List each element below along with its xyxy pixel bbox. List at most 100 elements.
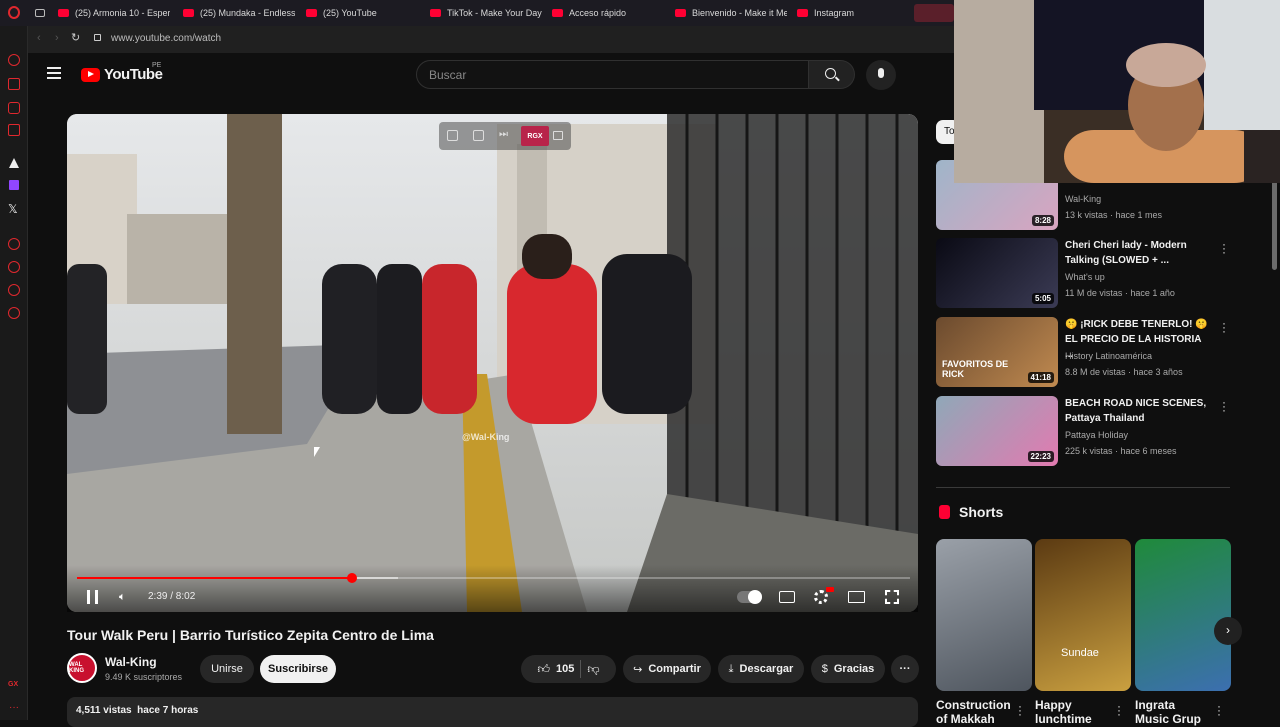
opera-logo-icon[interactable]: [8, 6, 20, 19]
short-thumbnail[interactable]: [936, 539, 1032, 691]
twitch-icon[interactable]: [9, 180, 19, 190]
mic-icon: [878, 68, 884, 78]
download-button[interactable]: ⤓ Descargar: [718, 655, 804, 683]
copy-icon[interactable]: [447, 130, 458, 141]
aria-icon[interactable]: [9, 158, 19, 168]
gx-icon[interactable]: GX: [8, 681, 18, 688]
search-button[interactable]: [809, 60, 855, 89]
recommended-title[interactable]: Cheri Cheri lady - Modern Talking (SLOWED…: [1065, 238, 1210, 268]
share-button[interactable]: ↪ Compartir: [623, 655, 711, 683]
recommended-channel[interactable]: History Latinoamérica: [1065, 351, 1152, 361]
scrollbar[interactable]: [1272, 180, 1277, 270]
history-icon[interactable]: [8, 54, 20, 66]
more-vertical-icon[interactable]: ···: [1222, 317, 1226, 337]
tab-favicon-icon: [183, 9, 194, 17]
short-title[interactable]: Construction of Makkah: [936, 698, 1011, 726]
dislike-icon[interactable]: 👎︎: [587, 662, 599, 677]
player-controls-bar: [67, 565, 918, 612]
more-vertical-icon[interactable]: ···: [1222, 238, 1226, 258]
recommended-channel[interactable]: Pattaya Holiday: [1065, 430, 1128, 440]
more-vertical-icon[interactable]: ···: [1117, 700, 1121, 720]
volume-icon[interactable]: 🔈︎: [119, 591, 126, 604]
skip-icon[interactable]: ⏭: [499, 129, 508, 140]
browser-tab[interactable]: (25) YouTube: [306, 4, 418, 22]
progress-played[interactable]: [77, 577, 352, 579]
autoplay-toggle[interactable]: [737, 590, 762, 604]
tab-switcher-icon[interactable]: [35, 9, 45, 17]
more-vertical-icon[interactable]: ···: [1018, 700, 1022, 720]
video-thumbnail[interactable]: 5:05: [936, 238, 1058, 308]
browser-tab[interactable]: TikTok - Make Your Day: [430, 4, 542, 22]
bag-icon[interactable]: [8, 78, 20, 90]
divider: [936, 487, 1230, 488]
recommended-title-line1: 🤫 ¡RICK DEBE TENERLO! 🤫: [1065, 319, 1208, 330]
recommended-video[interactable]: 5:05 Cheri Cheri lady - Modern Talking (SL…: [936, 238, 1236, 310]
download-icon: ⤓: [728, 662, 734, 675]
rgx-badge[interactable]: RGX: [521, 126, 549, 146]
exit-icon[interactable]: [473, 130, 484, 141]
tab-label: Acceso rápido: [569, 8, 627, 18]
back-icon[interactable]: ‹: [37, 32, 41, 44]
region-code: PE: [152, 62, 162, 69]
search-input[interactable]: Buscar: [416, 60, 809, 89]
browser-tab[interactable]: Bienvenido - Make it Me: [675, 4, 787, 22]
video-thumbnail[interactable]: FAVORITOS DE RICK 41:18: [936, 317, 1058, 387]
more-vertical-icon[interactable]: ···: [1222, 396, 1226, 416]
more-vertical-icon[interactable]: ···: [1217, 700, 1221, 720]
join-button[interactable]: Unirse: [200, 655, 254, 683]
short-title-line1: Ingrata: [1135, 698, 1176, 712]
video-player[interactable]: @Wal-King ⏭ RGX: [67, 114, 918, 612]
short-title[interactable]: Ingrata Music Grup: [1135, 698, 1201, 726]
pause-icon[interactable]: [87, 590, 98, 604]
browser-tab[interactable]: Acceso rápido: [552, 4, 664, 22]
tab-label: TikTok - Make Your Day: [447, 8, 542, 18]
recommended-video[interactable]: 22:23 BEACH ROAD NICE SCENES, Pattaya Thai…: [936, 396, 1236, 468]
browser-tab[interactable]: (25) Mundaka - Endless: [183, 4, 295, 22]
recommended-title[interactable]: BEACH ROAD NICE SCENES, Pattaya Thailand: [1065, 396, 1210, 426]
recommended-channel[interactable]: What's up: [1065, 272, 1105, 282]
recommended-channel[interactable]: Wal-King: [1065, 194, 1101, 204]
tab-label: (25) YouTube: [323, 8, 377, 18]
short-title[interactable]: Happy lunchtime: [1035, 698, 1092, 726]
player-icon[interactable]: [8, 238, 20, 250]
extension-overlay-toolbar: ⏭ RGX: [439, 122, 571, 150]
voice-search-button[interactable]: [866, 60, 896, 90]
tab-label: Bienvenido - Make it Me: [692, 8, 787, 18]
short-thumbnail[interactable]: [1135, 539, 1231, 691]
x-icon[interactable]: 𝕏: [8, 202, 18, 216]
description-box[interactable]: 4,511 vistas hace 7 horas: [67, 697, 918, 727]
subscribe-button[interactable]: Suscribirse: [260, 655, 336, 683]
browser-tab[interactable]: Instagram: [797, 4, 909, 22]
youtube-logo[interactable]: YouTube: [81, 66, 163, 83]
more-icon[interactable]: ···: [9, 702, 19, 713]
theater-mode-icon[interactable]: [848, 591, 865, 603]
news-icon[interactable]: [8, 124, 20, 136]
like-icon[interactable]: 👍︎: [537, 662, 550, 677]
pin-icon[interactable]: [8, 284, 20, 296]
video-thumbnail[interactable]: 22:23: [936, 396, 1058, 466]
pip-icon[interactable]: [553, 131, 563, 140]
channel-name[interactable]: Wal-King: [105, 655, 157, 669]
browser-tab[interactable]: (25) Armonia 10 - Espera: [58, 4, 170, 22]
clock-icon[interactable]: [8, 261, 20, 273]
like-count[interactable]: 105: [556, 663, 574, 675]
settings-gear-icon[interactable]: [814, 590, 828, 604]
forward-icon[interactable]: ›: [55, 32, 59, 44]
tab-favicon-icon: [797, 9, 808, 17]
progress-scrubber[interactable]: [346, 573, 357, 583]
shorts-next-button[interactable]: ›: [1214, 617, 1242, 645]
settings-icon[interactable]: [8, 307, 20, 319]
more-actions-button[interactable]: ···: [891, 655, 919, 683]
thanks-button[interactable]: $ Gracias: [811, 655, 885, 683]
fullscreen-icon[interactable]: [885, 590, 899, 604]
url-text[interactable]: www.youtube.com/watch: [111, 33, 221, 44]
active-tab-indicator[interactable]: [914, 4, 954, 22]
short-thumbnail[interactable]: Sundae: [1035, 539, 1131, 691]
subtitles-icon[interactable]: [779, 591, 795, 603]
recommended-video[interactable]: FAVORITOS DE RICK 41:18 🤫 ¡RICK DEBE TENER…: [936, 317, 1236, 389]
channel-avatar[interactable]: WAL KING: [67, 653, 97, 683]
menu-icon[interactable]: [47, 67, 61, 79]
reload-icon[interactable]: ↻: [71, 31, 80, 44]
messenger-icon[interactable]: [8, 102, 20, 114]
thanks-label: Gracias: [833, 663, 875, 675]
